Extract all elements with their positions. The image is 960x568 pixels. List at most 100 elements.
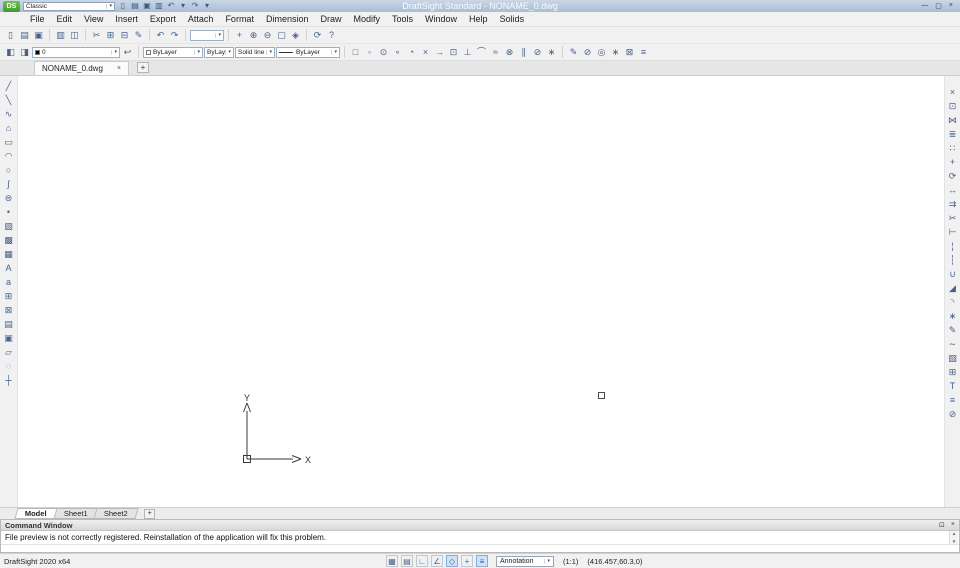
rotate-tool-icon[interactable]: ⟳ bbox=[946, 170, 960, 183]
menu-modify[interactable]: Modify bbox=[348, 12, 387, 27]
new-document-tab-button[interactable]: + bbox=[137, 62, 150, 73]
esnap-center-icon[interactable]: ⊙ bbox=[377, 46, 390, 59]
polygon-tool-icon[interactable]: ⌂ bbox=[2, 122, 16, 135]
spline-tool-icon[interactable]: ∫ bbox=[2, 178, 16, 191]
new-sheet-button[interactable]: + bbox=[144, 508, 156, 519]
copy-icon[interactable]: ⊞ bbox=[104, 29, 117, 42]
arc-tool-icon[interactable]: ◠ bbox=[2, 150, 16, 163]
ellipse-tool-icon[interactable]: ⊜ bbox=[2, 192, 16, 205]
offset-tool-icon[interactable]: ≣ bbox=[946, 128, 960, 141]
command-input[interactable] bbox=[1, 544, 959, 552]
properties-tool-icon[interactable]: ≡ bbox=[946, 394, 960, 407]
properties-painter-icon[interactable]: ✎ bbox=[567, 46, 580, 59]
simple-note-tool-icon[interactable]: a bbox=[2, 276, 16, 289]
line-weight-combo[interactable]: ByLayer▾ bbox=[204, 46, 234, 58]
note-tool-icon[interactable]: A bbox=[2, 262, 16, 275]
line-color-combo[interactable]: ByLayer ▾ bbox=[143, 46, 203, 58]
line-style-combo[interactable]: Solid line ▾ bbox=[235, 46, 275, 58]
fillet-tool-icon[interactable]: ◝ bbox=[946, 296, 960, 309]
rectangle-tool-icon[interactable]: ▭ bbox=[2, 136, 16, 149]
maximize-button[interactable]: ▢ bbox=[935, 2, 942, 10]
copy-tool-icon[interactable]: ⊡ bbox=[946, 100, 960, 113]
esnap-extension-icon[interactable]: → bbox=[433, 46, 446, 59]
redo-icon[interactable]: ↷ bbox=[168, 29, 181, 42]
esnap-intersection-icon[interactable]: × bbox=[419, 46, 432, 59]
layer-properties-icon[interactable]: ◧ bbox=[4, 46, 17, 59]
menu-insert[interactable]: Insert bbox=[109, 12, 144, 27]
zoom-in-icon[interactable]: ⊕ bbox=[247, 29, 260, 42]
new-file-icon[interactable]: ▯ bbox=[4, 29, 17, 42]
hatch-tool-icon[interactable]: ▨ bbox=[2, 220, 16, 233]
explode-tool-icon[interactable]: ∗ bbox=[946, 310, 960, 323]
esnap-quadrant-icon[interactable]: ◔ bbox=[405, 46, 418, 59]
cut-icon[interactable]: ✂ bbox=[90, 29, 103, 42]
etrack-icon[interactable]: + bbox=[461, 555, 473, 567]
zoom-window-icon[interactable]: ▢ bbox=[275, 29, 288, 42]
point-tool-icon[interactable]: • bbox=[2, 206, 16, 219]
save-icon[interactable]: ▣ bbox=[142, 2, 152, 10]
workspace-combo[interactable]: Classic ▾ bbox=[23, 1, 115, 11]
trim-tool-icon[interactable]: ✂ bbox=[946, 212, 960, 225]
save-icon[interactable]: ▣ bbox=[32, 29, 45, 42]
break-at-point-tool-icon[interactable]: ┆ bbox=[946, 254, 960, 267]
menu-tools[interactable]: Tools bbox=[386, 12, 419, 27]
help-icon[interactable]: ? bbox=[325, 29, 338, 42]
esnap-endpoint-icon[interactable]: □ bbox=[349, 46, 362, 59]
isolate-layer-icon[interactable]: ◎ bbox=[595, 46, 608, 59]
pan-icon[interactable]: + bbox=[233, 29, 246, 42]
command-scrollbar[interactable]: ▲ ▼ bbox=[949, 531, 958, 545]
esnap-settings-icon[interactable]: ∗ bbox=[545, 46, 558, 59]
annotation-scale-combo[interactable]: Annotation ▾ bbox=[496, 555, 554, 567]
esnap-node-icon[interactable]: ∘ bbox=[391, 46, 404, 59]
print-icon[interactable]: ▥ bbox=[154, 2, 164, 10]
layer-previous-icon[interactable]: ↩ bbox=[121, 46, 134, 59]
open-file-icon[interactable]: ▤ bbox=[130, 2, 140, 10]
esnap-insertion-icon[interactable]: ⊡ bbox=[447, 46, 460, 59]
edit-spline-tool-icon[interactable]: ∼ bbox=[946, 338, 960, 351]
stretch-tool-icon[interactable]: ⇉ bbox=[946, 198, 960, 211]
menu-export[interactable]: Export bbox=[144, 12, 182, 27]
command-window-header[interactable]: Command Window ⊡ × bbox=[1, 520, 959, 532]
standard-toolbar-combo[interactable]: ▾ bbox=[190, 29, 224, 41]
circle-tool-icon[interactable]: ○ bbox=[2, 164, 16, 177]
menu-format[interactable]: Format bbox=[219, 12, 260, 27]
scroll-up-icon[interactable]: ▲ bbox=[952, 531, 956, 536]
layer-settings-icon[interactable]: ≡ bbox=[637, 46, 650, 59]
mirror-tool-icon[interactable]: ⋈ bbox=[946, 114, 960, 127]
new-file-icon[interactable]: ▯ bbox=[118, 2, 128, 10]
document-tab[interactable]: NONAME_0.dwg × bbox=[34, 61, 130, 75]
esnap-midpoint-icon[interactable]: ◦ bbox=[363, 46, 376, 59]
sheet-tab-sheet1[interactable]: Sheet1 bbox=[53, 508, 99, 519]
lineweight-icon[interactable]: ≡ bbox=[476, 555, 488, 567]
sheet-tab-sheet2[interactable]: Sheet2 bbox=[93, 508, 139, 519]
erase-tool-icon[interactable]: × bbox=[946, 86, 960, 99]
menu-window[interactable]: Window bbox=[419, 12, 463, 27]
chamfer-tool-icon[interactable]: ◢ bbox=[946, 282, 960, 295]
undo-icon[interactable]: ↶ bbox=[154, 29, 167, 42]
centerline-tool-icon[interactable]: ┼ bbox=[2, 374, 16, 387]
ortho-icon[interactable]: ∟ bbox=[416, 555, 428, 567]
redo-menu-icon[interactable]: ▾ bbox=[202, 2, 212, 10]
close-button[interactable]: × bbox=[949, 2, 953, 10]
menu-help[interactable]: Help bbox=[463, 12, 494, 27]
sheet-tab-model[interactable]: Model bbox=[14, 508, 58, 519]
drawing-canvas[interactable]: Y X bbox=[18, 76, 944, 507]
edit-hatch-tool-icon[interactable]: ▧ bbox=[946, 352, 960, 365]
insert-block-tool-icon[interactable]: ⊞ bbox=[2, 290, 16, 303]
undo-icon[interactable]: ↶ bbox=[166, 2, 176, 10]
freeze-layer-icon[interactable]: ∗ bbox=[609, 46, 622, 59]
esnap-apparent-intersection-icon[interactable]: ⊗ bbox=[503, 46, 516, 59]
print-preview-icon[interactable]: ◫ bbox=[68, 29, 81, 42]
break-tool-icon[interactable]: ¦ bbox=[946, 240, 960, 253]
float-panel-icon[interactable]: ⊡ bbox=[939, 521, 945, 529]
layer-states-icon[interactable]: ◨ bbox=[18, 46, 31, 59]
pattern-tool-icon[interactable]: ∷ bbox=[946, 142, 960, 155]
menu-dimension[interactable]: Dimension bbox=[260, 12, 315, 27]
menu-file[interactable]: File bbox=[24, 12, 51, 27]
line-tool-icon[interactable]: ╱ bbox=[2, 80, 16, 93]
open-file-icon[interactable]: ▤ bbox=[18, 29, 31, 42]
esnap-perpendicular-icon[interactable]: ⊥ bbox=[461, 46, 474, 59]
close-icon[interactable]: × bbox=[117, 65, 121, 72]
scale-tool-icon[interactable]: ↔ bbox=[946, 184, 960, 197]
zoom-out-icon[interactable]: ⊖ bbox=[261, 29, 274, 42]
